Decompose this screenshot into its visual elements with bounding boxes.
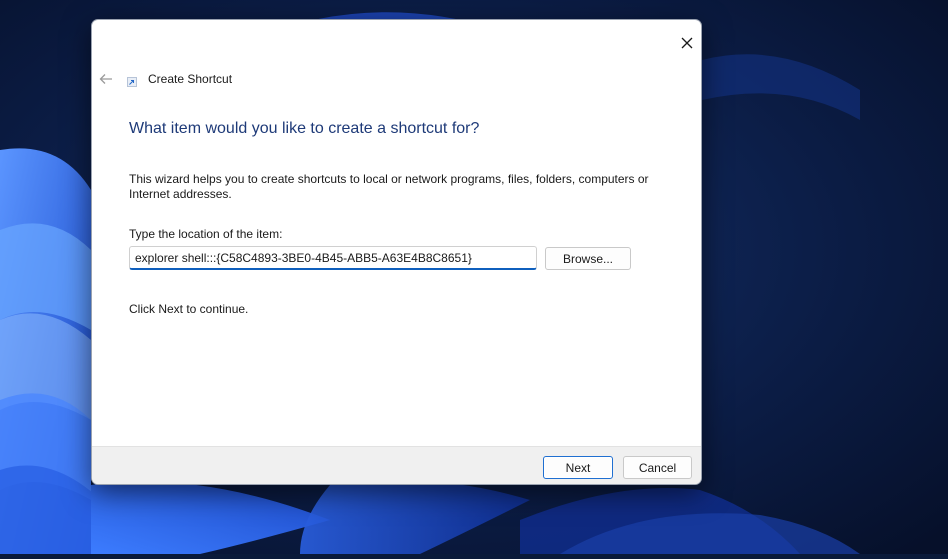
location-label: Type the location of the item: — [129, 227, 283, 241]
window-title: Create Shortcut — [148, 72, 233, 86]
browse-button[interactable]: Browse... — [545, 247, 631, 270]
create-shortcut-dialog: Create Shortcut What item would you like… — [91, 19, 702, 485]
location-input[interactable] — [129, 246, 537, 270]
shortcut-icon — [127, 77, 137, 87]
wizard-description: This wizard helps you to create shortcut… — [129, 172, 649, 201]
next-button[interactable]: Next — [543, 456, 613, 479]
wizard-heading: What item would you like to create a sho… — [129, 120, 480, 137]
dialog-footer: Next Cancel — [92, 446, 701, 484]
continue-instruction: Click Next to continue. — [129, 302, 249, 316]
back-arrow-icon — [99, 74, 112, 84]
close-button[interactable] — [676, 32, 698, 54]
back-button[interactable] — [96, 70, 116, 88]
close-icon — [681, 37, 693, 49]
cancel-button[interactable]: Cancel — [623, 456, 692, 479]
